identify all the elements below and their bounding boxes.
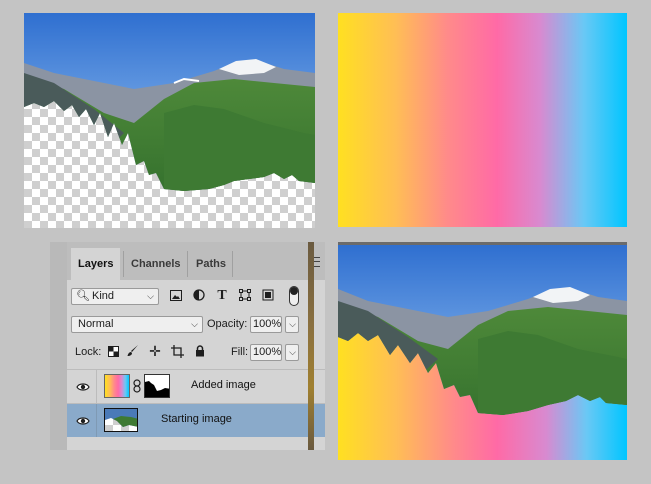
type-filter-icon[interactable]: T (214, 288, 230, 304)
blend-mode-value: Normal (78, 318, 114, 330)
tab-divider (232, 251, 233, 277)
image-filter-icon[interactable] (168, 289, 184, 305)
blend-row: Normal ⌵ Opacity: 100% ⌵ (67, 316, 325, 336)
composite-image-preview (338, 242, 627, 460)
layer-name: Added image (191, 379, 256, 391)
padlock-icon[interactable] (192, 345, 208, 361)
fill-input[interactable]: 100% (250, 344, 282, 361)
lock-label: Lock: (75, 346, 102, 358)
layer-mask-thumbnail[interactable] (144, 374, 170, 398)
opacity-value: 100% (253, 318, 282, 330)
gradient-image-preview (338, 13, 627, 227)
canvas-edge-strip (308, 242, 314, 450)
layer-thumbnail (104, 374, 130, 398)
opacity-input[interactable]: 100% (250, 316, 282, 333)
tab-paths[interactable]: Paths (189, 248, 233, 280)
move-icon[interactable]: ✛ (147, 343, 163, 359)
panel-tab-bar: Layers Channels Paths (67, 242, 325, 280)
tab-layers[interactable]: Layers (71, 248, 121, 280)
brush-icon[interactable] (125, 344, 141, 361)
filter-toggle-icon[interactable] (289, 286, 299, 306)
eye-icon[interactable] (76, 380, 90, 394)
link-icon[interactable] (133, 379, 141, 393)
chevron-down-icon: ⌵ (147, 291, 154, 301)
composite-image-canvas (338, 245, 627, 460)
smart-object-filter-icon[interactable] (260, 289, 276, 305)
layer-thumbnail (104, 408, 138, 432)
layer-row-added-image[interactable]: Added image (67, 369, 325, 403)
lock-pixels-icon[interactable] (105, 345, 121, 361)
opacity-dropdown-button[interactable]: ⌵ (285, 316, 299, 333)
visibility-divider (96, 370, 97, 403)
blend-mode-select[interactable]: Normal ⌵ (71, 316, 203, 333)
opacity-label: Opacity: (207, 318, 248, 330)
shape-filter-icon[interactable] (237, 289, 253, 305)
layer-row-starting-image[interactable]: Starting image (67, 403, 325, 437)
filter-row: 🔍︎ Kind ⌵ T (67, 286, 325, 308)
starting-image-preview (24, 13, 315, 228)
starting-image-canvas (24, 13, 315, 228)
layers-panel: Layers Channels Paths 🔍︎ Kind ⌵ T Normal… (50, 242, 325, 450)
fill-label: Fill: (231, 346, 249, 358)
adjustment-filter-icon[interactable] (191, 289, 207, 305)
layer-name: Starting image (161, 413, 232, 425)
fill-dropdown-button[interactable]: ⌵ (285, 344, 299, 361)
lock-row: Lock: ✛ Fill: 100% ⌵ (67, 343, 325, 364)
visibility-divider (96, 404, 97, 437)
kind-filter-select[interactable]: 🔍︎ Kind ⌵ (71, 288, 159, 305)
eye-icon[interactable] (76, 414, 90, 428)
fill-value: 100% (253, 346, 282, 358)
tab-divider (187, 251, 188, 277)
chevron-down-icon: ⌵ (289, 319, 296, 329)
chevron-down-icon: ⌵ (289, 347, 296, 357)
kind-filter-label: Kind (92, 290, 115, 302)
artboard-icon[interactable] (169, 345, 185, 362)
chevron-down-icon: ⌵ (191, 319, 198, 329)
search-icon: 🔍︎ (76, 290, 90, 302)
tab-channels[interactable]: Channels (124, 248, 188, 280)
